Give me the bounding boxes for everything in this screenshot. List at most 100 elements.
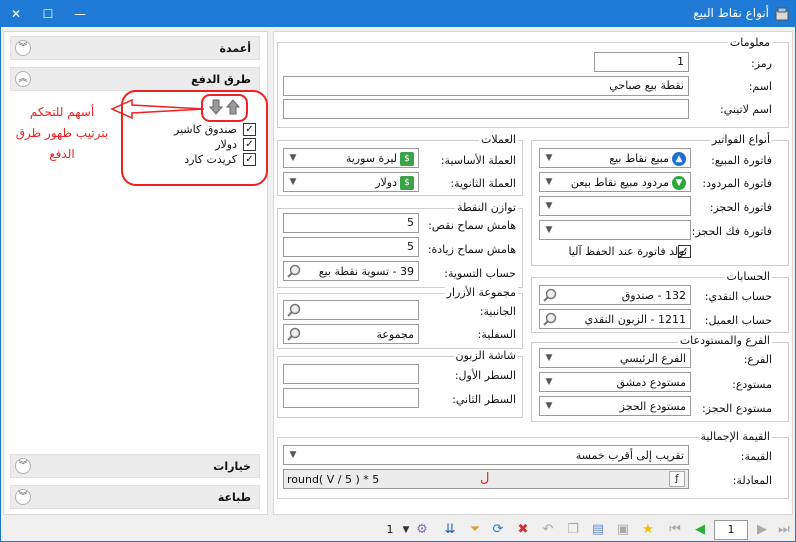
invoices-group-label: أنواع الفواتير [709, 133, 772, 146]
branch-select[interactable]: ▼ الفرع الرئيسي [539, 348, 691, 368]
chevron-down-icon[interactable]: ▼ [286, 447, 300, 463]
settings-gears-icon[interactable]: ⚙ [413, 521, 431, 539]
side-panel: ︾ أعمدة ︽ طرق الدفع ✓ صندوق كاشير ✓ دولا… [3, 31, 268, 515]
total-value-select[interactable]: ▼ تقريب إلى أقرب خمسة [283, 445, 689, 465]
search-icon[interactable] [286, 302, 302, 318]
secondary-currency-select[interactable]: ▼ $دولار [283, 172, 419, 192]
bottom-buttons-input[interactable]: مجموعة [283, 324, 419, 344]
line1-input[interactable] [283, 364, 419, 384]
chevron-up-icon[interactable]: ︽ [15, 71, 31, 87]
payment-item-1-label: صندوق كاشير [174, 123, 237, 136]
secondary-currency-value: دولار [375, 176, 397, 189]
return-invoice-label: فاتورة المردود: [702, 177, 772, 190]
customer-account-label: حساب العميل: [704, 314, 772, 327]
equation-input[interactable]: round( V / 5 ) * 5 ل ƒ [283, 469, 689, 489]
customer-screen-group-label: شاشة الزبون [453, 349, 518, 362]
bottom-buttons-value: مجموعة [376, 328, 415, 341]
payment-item-3-checkbox[interactable]: ✓ [243, 153, 256, 166]
minimize-button[interactable]: — [65, 1, 95, 27]
reserve-warehouse-select[interactable]: ▼ مستودع الحجز [539, 396, 691, 416]
banknote-icon: $ [400, 152, 414, 166]
delete-icon[interactable]: ✖ [514, 521, 532, 539]
columns-section-header[interactable]: ︾ أعمدة [10, 36, 260, 60]
chevron-down-icon[interactable]: ▼ [542, 198, 556, 214]
reserve-invoice-select[interactable]: ▼ [539, 196, 691, 216]
save-icon[interactable]: ▣ [614, 521, 632, 539]
sort-icon[interactable]: ⇊ [441, 521, 459, 539]
sale-invoice-select[interactable]: ▼ ▲مبيع نقاط بيع [539, 148, 691, 168]
settlement-input[interactable]: 39 - تسوية نقطة بيع [283, 261, 419, 281]
search-icon[interactable] [286, 326, 302, 342]
equation-mark: ل [480, 471, 490, 486]
annotation-line-1: أسهم للتحكم [29, 105, 95, 119]
warehouse-select[interactable]: ▼ مستودع دمشق [539, 372, 691, 392]
maximize-button[interactable]: ☐ [33, 1, 63, 27]
main-window: أنواع نقاط البيع ✕ ☐ — ︾ أعمدة ︽ طرق الد… [0, 0, 796, 542]
equation-label: المعادلة: [732, 474, 772, 487]
copy-icon[interactable]: ❐ [564, 521, 582, 539]
chevron-down-icon[interactable]: ▼ [542, 350, 556, 366]
branch-value: الفرع الرئيسي [620, 352, 686, 365]
side-buttons-input[interactable] [283, 300, 419, 320]
arrow-up-circle-icon: ▲ [672, 152, 686, 166]
customer-account-input[interactable]: 1211 - الزبون النقدي [539, 309, 691, 329]
search-icon[interactable] [542, 287, 558, 303]
code-input[interactable]: 1 [594, 52, 689, 72]
payment-item-2-checkbox[interactable]: ✓ [243, 138, 256, 151]
reserve-warehouse-label: مستودع الحجز: [701, 402, 772, 415]
formula-editor-icon[interactable]: ƒ [669, 471, 685, 487]
equation-value: round( V / 5 ) * 5 [287, 473, 380, 486]
warehouse-value: مستودع دمشق [616, 376, 686, 389]
latin-name-input[interactable] [283, 99, 689, 119]
chevron-down-icon[interactable]: ▼ [542, 374, 556, 390]
chevron-down-icon[interactable]: ▼ [542, 222, 556, 238]
chevron-down-icon[interactable]: ︾ [15, 458, 31, 474]
total-value-value: تقريب إلى أقرب خمسة [575, 449, 684, 462]
line2-input[interactable] [283, 388, 419, 408]
first-record-icon[interactable]: ⏮ [666, 521, 684, 539]
surplus-label: هامش سماح زيادة: [427, 243, 516, 256]
print-section-header[interactable]: ︾ طباعة [10, 485, 260, 509]
options-section-header[interactable]: ︾ خيارات [10, 454, 260, 478]
last-record-icon[interactable]: ⏭ [775, 521, 793, 539]
move-up-icon[interactable] [225, 99, 241, 115]
deficit-input[interactable]: 5 [283, 213, 419, 233]
chevron-down-icon[interactable]: ︾ [15, 489, 31, 505]
unreserve-invoice-select[interactable]: ▼ [539, 220, 691, 240]
search-icon[interactable] [542, 311, 558, 327]
payment-item-1-checkbox[interactable]: ✓ [243, 123, 256, 136]
bottom-toolbar: 1 ▼ ⚙ ⇊ ⏷ ⟳ ✖ ↶ ❐ ▤ ▣ ★ ⏮ ◀ 1 ▶ ⏭ [1, 517, 795, 541]
title-bar: أنواع نقاط البيع ✕ ☐ — [1, 1, 795, 27]
close-button[interactable]: ✕ [1, 1, 31, 27]
refresh-icon[interactable]: ⟳ [489, 521, 507, 539]
surplus-input[interactable]: 5 [283, 237, 419, 257]
return-invoice-select[interactable]: ▼ ▼مردود مبيع نقاط بيعن [539, 172, 691, 192]
chevron-down-icon[interactable]: ▼ [286, 150, 300, 166]
chevron-down-icon[interactable]: ▼ [286, 174, 300, 190]
chevron-down-icon[interactable]: ▼ [542, 398, 556, 414]
side-buttons-label: الجانبية: [479, 305, 516, 318]
annotation-note: أسهم للتحكم بترتيب ظهور طرق الدفع [4, 102, 120, 165]
chevron-down-icon[interactable]: ︾ [15, 40, 31, 56]
latin-name-label: اسم لاتيني: [720, 103, 772, 116]
base-currency-select[interactable]: ▼ $ليرة سورية [283, 148, 419, 168]
search-icon[interactable] [286, 263, 302, 279]
code-label: رمز: [751, 57, 772, 70]
chevron-down-icon[interactable]: ▼ [542, 174, 556, 190]
move-down-icon[interactable] [208, 99, 224, 115]
customer-account-value: 1211 - الزبون النقدي [584, 313, 686, 326]
next-record-icon[interactable]: ▶ [753, 521, 771, 539]
filter-icon[interactable]: ⏷ [466, 521, 484, 539]
cash-account-input[interactable]: 132 - صندوق [539, 285, 691, 305]
chevron-down-icon[interactable]: ▼ [542, 150, 556, 166]
previous-record-icon[interactable]: ◀ [691, 521, 709, 539]
print-section-label: طباعة [217, 491, 251, 504]
page-number-input[interactable]: 1 [714, 520, 748, 540]
favorite-star-icon[interactable]: ★ [639, 521, 657, 539]
info-group-label: معلومات [727, 36, 772, 49]
undo-icon[interactable]: ↶ [539, 521, 557, 539]
annotation-line-3: الدفع [49, 147, 75, 161]
sale-invoice-value: مبيع نقاط بيع [609, 152, 669, 165]
name-input[interactable]: نقطة بيع صباحي [283, 76, 689, 96]
new-document-icon[interactable]: ▤ [589, 521, 607, 539]
